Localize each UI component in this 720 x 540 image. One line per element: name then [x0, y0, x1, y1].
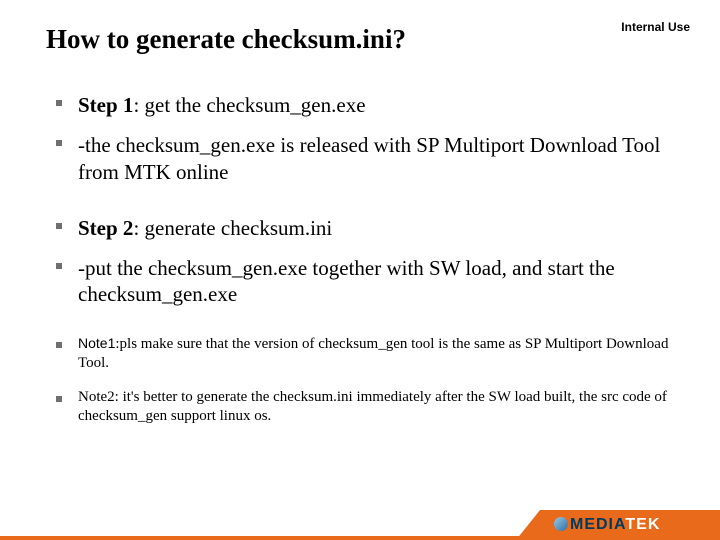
footer-accent-cut: [516, 510, 540, 540]
logo-part2: TEK: [625, 516, 660, 533]
step-1-text: : get the checksum_gen.exe: [133, 93, 365, 117]
classification-label: Internal Use: [621, 20, 690, 34]
note-2-text: it's better to generate the checksum.ini…: [78, 389, 667, 425]
note-1-text: :pls make sure that the version of check…: [78, 336, 668, 372]
note-2-label: Note2:: [78, 389, 123, 405]
logo-globe-icon: [554, 517, 568, 531]
note-1-label: Note1: [78, 335, 115, 351]
bullet-list: Step 1: get the checksum_gen.exe -the ch…: [50, 92, 680, 427]
step-2-detail: -put the checksum_gen.exe together with …: [50, 255, 680, 308]
step-1-heading: Step 1: get the checksum_gen.exe: [50, 92, 680, 118]
step-2-text: : generate checksum.ini: [133, 216, 332, 240]
note-1: Note1:pls make sure that the version of …: [50, 334, 680, 374]
slide-content: Step 1: get the checksum_gen.exe -the ch…: [50, 92, 680, 441]
step-2-heading: Step 2: generate checksum.ini: [50, 215, 680, 241]
logo-part1: MEDIA: [570, 516, 625, 533]
mediatek-logo: MEDIATEK: [554, 516, 660, 534]
step-1-detail-text: -the checksum_gen.exe is released with S…: [78, 133, 660, 183]
footer-logo-block: MEDIATEK: [540, 510, 720, 540]
step-2-detail-text: -put the checksum_gen.exe together with …: [78, 256, 615, 306]
step-2-label: Step 2: [78, 216, 133, 240]
footer: MEDIATEK: [0, 510, 720, 540]
note-2: Note2: it's better to generate the check…: [50, 388, 680, 427]
step-1-label: Step 1: [78, 93, 133, 117]
slide-title: How to generate checksum.ini?: [46, 24, 406, 55]
step-1-detail: -the checksum_gen.exe is released with S…: [50, 132, 680, 185]
